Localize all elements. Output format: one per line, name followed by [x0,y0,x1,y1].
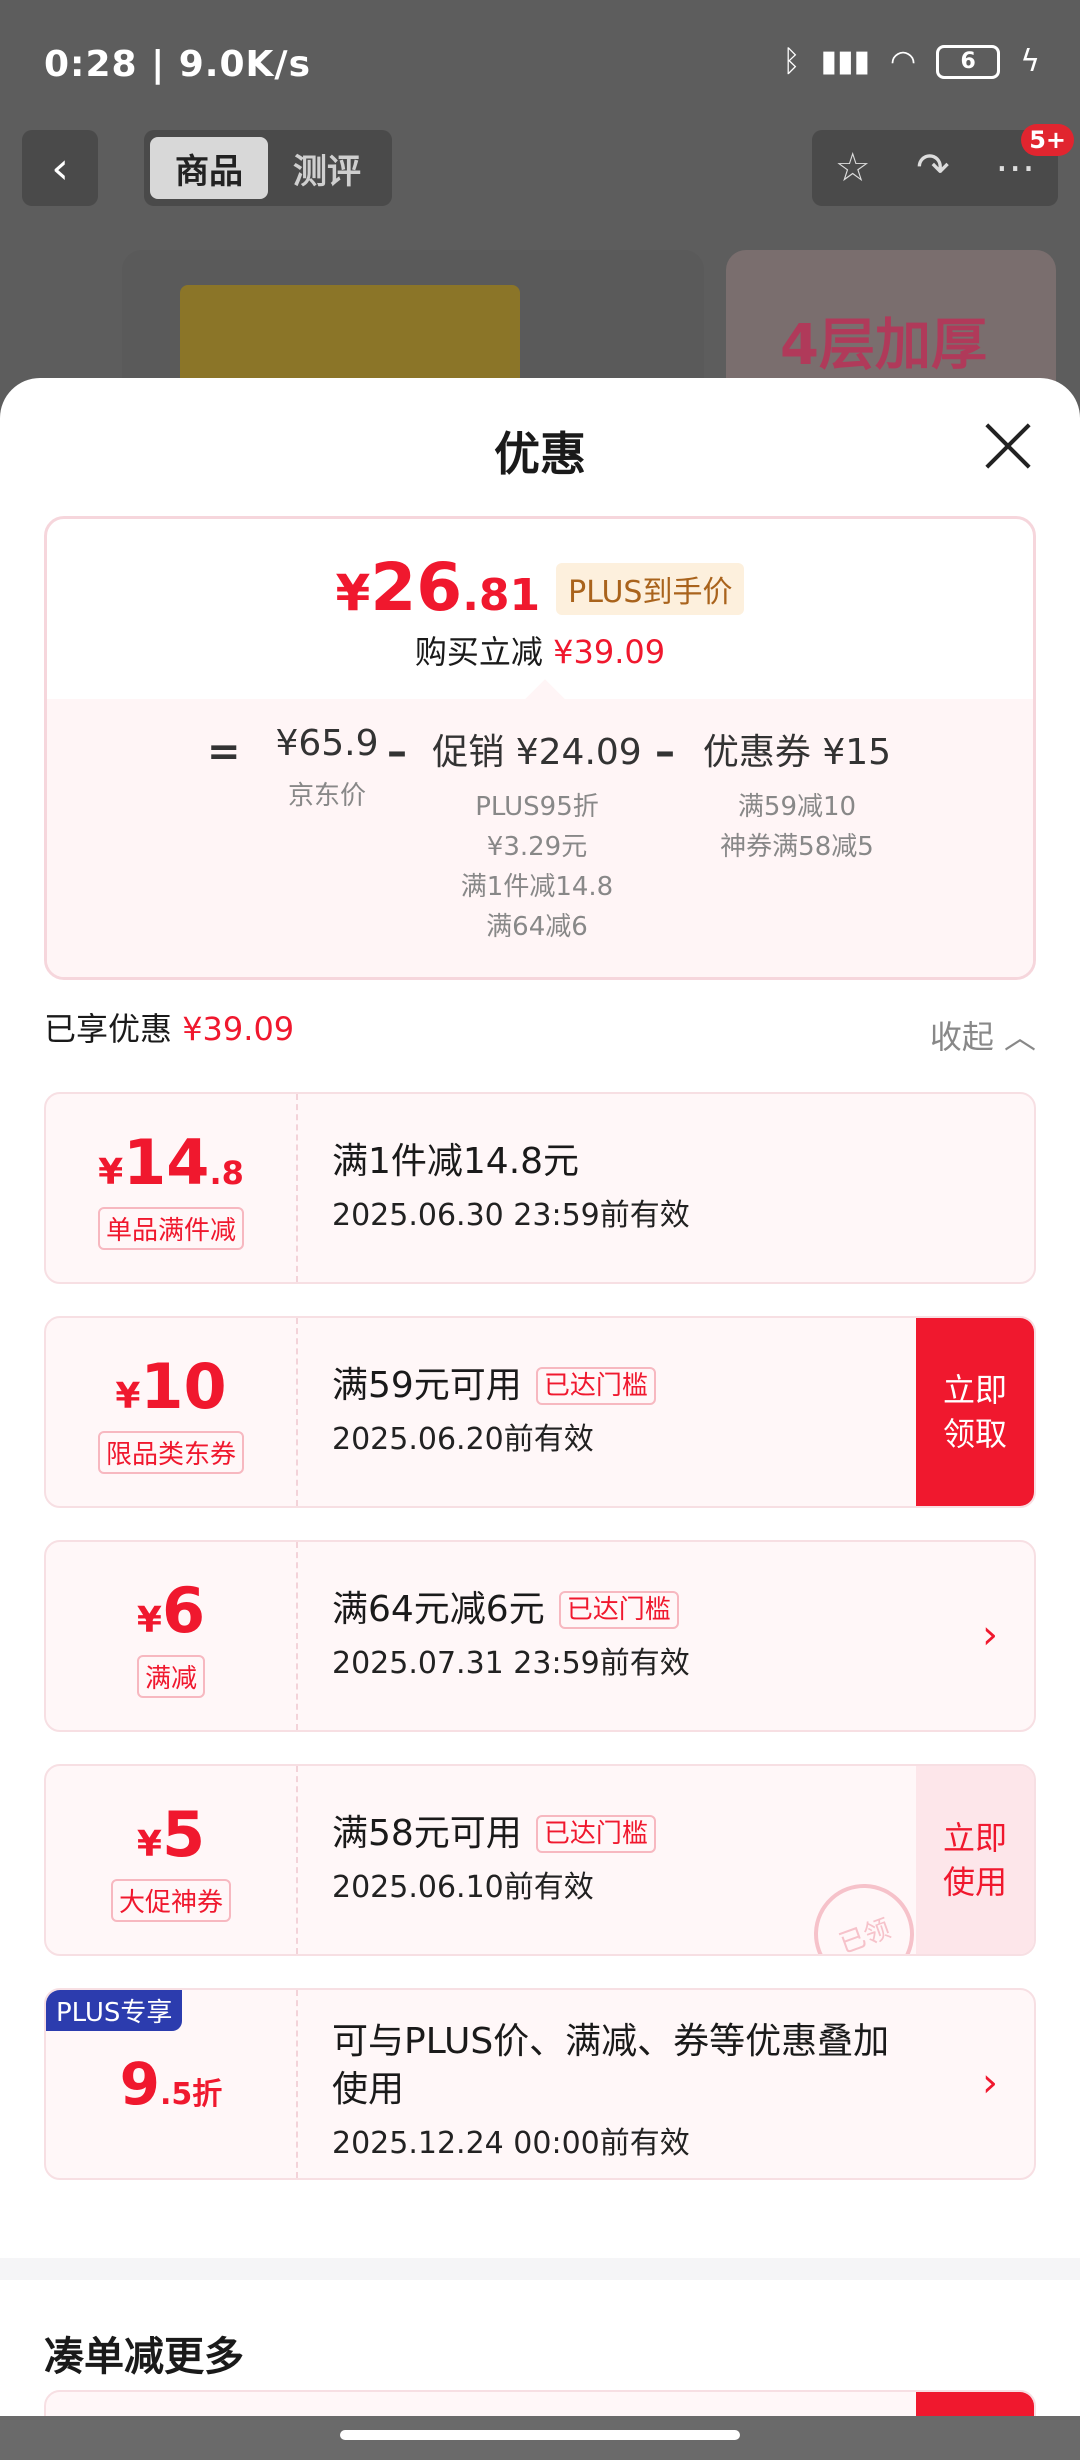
claim-coupon-button[interactable]: 立即领取 [916,1318,1034,1506]
back-button[interactable]: ‹ [22,130,98,206]
coupon-type: 满减 [136,1655,205,1698]
coupon-amount: ¥14.8 [98,1126,244,1199]
chevron-right-icon[interactable]: › [982,2060,998,2106]
coupon-card[interactable]: ¥5 大促神券 满58元可用 已达门槛 2025.06.10前有效 已领 立即使用 [44,1764,1036,1956]
minus-sign: – [387,729,407,775]
price-summary: ¥26.81 PLUS到手价 购买立减 ¥39.09 = ¥65.9 京东价 –… [44,516,1036,980]
coupon-amount: ¥10 [115,1350,227,1423]
status-icons: ᛒ ▮▮▮ ◠ 6 ϟ [782,44,1040,79]
status-time-speed: 0:28 | 9.0K/s [44,44,312,85]
coupon-title: 满1件减14.8元 [332,1141,580,1182]
use-coupon-button[interactable]: 立即使用 [916,1766,1034,1954]
tab-switcher: 商品 测评 [144,130,392,206]
coupon-type: 大促神券 [110,1879,231,1922]
enjoyed-amount: ¥39.09 [182,1010,295,1048]
instant-saving: 购买立减 ¥39.09 [414,633,666,671]
message-badge: 5+ [1021,124,1074,156]
coupon-date: 2025.12.24 00:00前有效 [332,2126,690,2161]
threshold-reached-badge: 已达门槛 [535,1815,656,1853]
coupon-title: 满64元减6元 已达门槛 [332,1586,914,1634]
tab-reviews[interactable]: 测评 [268,137,386,199]
tab-goods[interactable]: 商品 [150,137,268,199]
equals-sign: = [207,729,241,775]
price-breakdown: = ¥65.9 京东价 – 促销 ¥24.09 PLUS95折 ¥3.29元 满… [47,699,1033,977]
coupon-amount: 优惠券 ¥15 满59减10 神券满58减5 [702,732,892,862]
promo-amount: 促销 ¥24.09 PLUS95折 ¥3.29元 满1件减14.8 满64减6 [432,732,642,942]
wifi-icon: ◠ [890,44,917,79]
discount-sheet: 优惠 ¥26.81 PLUS到手价 购买立减 ¥39.09 = ¥65.9 京东… [0,378,1080,2460]
plus-discount-card[interactable]: PLUS专享 9.5折 可与PLUS价、满减、券等优惠叠加使用 2025.12.… [44,1988,1036,2180]
sheet-title: 优惠 [494,427,586,481]
coupon-card[interactable]: ¥10 限品类东券 满59元可用 已达门槛 2025.06.20前有效 立即领取 [44,1316,1036,1508]
chevron-left-icon: ‹ [51,142,69,194]
promo-image-text: 4层加厚 [780,313,987,378]
coupon-title: 满58元可用 已达门槛 [332,1810,914,1858]
share-icon[interactable]: ↷ [916,145,950,191]
instant-saving-amount: ¥39.09 [553,633,666,671]
final-price: ¥26.81 PLUS到手价 [47,549,1033,626]
price-value: ¥26.81 [335,549,541,626]
bluetooth-icon: ᛒ [782,44,801,79]
enjoyed-discount: 已享优惠 ¥39.09 [44,1010,295,1048]
more-deals-title: 凑单减更多 [44,2334,244,2380]
gesture-bar [0,2416,1080,2460]
signal-icon: ▮▮▮ [820,44,871,79]
coupon-amount: ¥6 [136,1574,206,1647]
threshold-reached-badge: 已达门槛 [535,1367,656,1405]
coupon-date: 2025.06.20前有效 [332,1422,594,1457]
collapse-button[interactable]: 收起 ︿ [930,1012,1036,1058]
chevron-right-icon[interactable]: › [982,1612,998,1658]
close-icon[interactable] [982,420,1034,472]
jd-price: ¥65.9 京东价 [275,723,379,811]
coupon-title: 满59元可用 已达门槛 [332,1362,914,1410]
discount-rate: 9.5折 [119,2050,223,2118]
minus-sign-2: – [655,729,675,775]
top-navbar: ‹ 商品 测评 ☆ ↷ ⋯ 5+ [22,124,1074,206]
nav-actions: ☆ ↷ ⋯ 5+ [812,124,1074,206]
coupon-date: 2025.06.30 23:59前有效 [332,1198,690,1233]
coupon-card[interactable]: ¥6 满减 满64元减6元 已达门槛 2025.07.31 23:59前有效 › [44,1540,1036,1732]
coupon-amount: ¥5 [136,1798,206,1871]
coupon-date: 2025.07.31 23:59前有效 [332,1646,690,1681]
section-divider [0,2258,1080,2280]
battery-icon: 6 [936,44,1001,79]
coupon-type: 限品类东券 [97,1431,244,1474]
charging-icon: ϟ [1020,44,1040,79]
coupon-card[interactable]: ¥14.8 单品满件减 满1件减14.8元 2025.06.30 23:59前有… [44,1092,1036,1284]
coupon-type: 单品满件减 [97,1207,244,1250]
plus-price-tag: PLUS到手价 [556,563,745,615]
favorite-star-icon[interactable]: ☆ [835,145,871,191]
home-indicator[interactable] [340,2430,740,2440]
coupon-title: 可与PLUS价、满减、券等优惠叠加使用 [332,2021,890,2110]
threshold-reached-badge: 已达门槛 [558,1591,679,1629]
